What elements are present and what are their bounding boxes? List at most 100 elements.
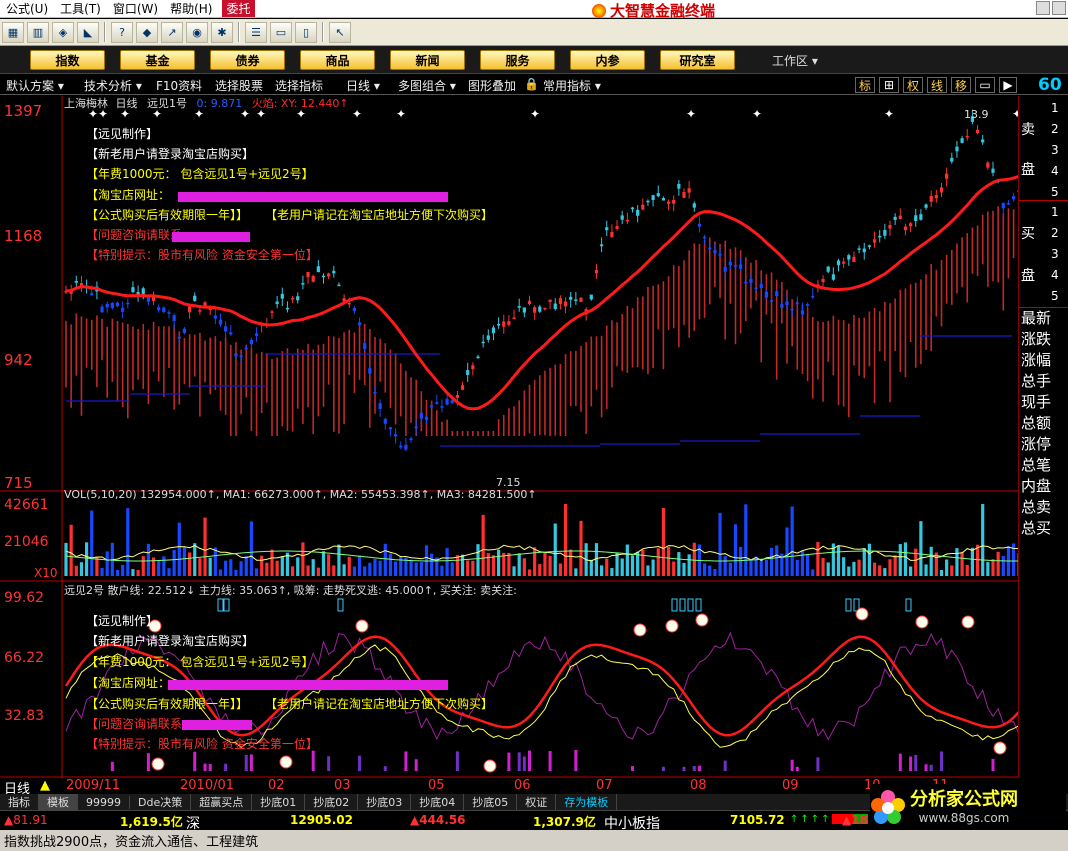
- pointer-help-icon[interactable]: ↖: [329, 21, 351, 43]
- redacted-mark: [182, 720, 252, 730]
- notes-indicator: 【远见制作】【新老用户请登录淘宝店购买】【年费1000元： 包含远见1号+远见2…: [86, 614, 493, 751]
- nav-bond-button[interactable]: 债券: [210, 50, 285, 70]
- flower-logo-icon: [871, 790, 905, 824]
- window-icon[interactable]: ▭: [975, 77, 995, 93]
- tab-daily[interactable]: 日线 ▾: [346, 77, 380, 94]
- nav-insider-button[interactable]: 内参: [570, 50, 645, 70]
- note-text: 【老用户请记在淘宝店地址方便下次购买】: [265, 696, 493, 711]
- tab-select-stock[interactable]: 选择股票: [215, 77, 263, 94]
- bottom-tab[interactable]: Dde决策: [130, 794, 192, 810]
- redacted-mark: [172, 232, 250, 242]
- bottom-tab[interactable]: 模板: [39, 794, 78, 810]
- indicator-header: 远见2号 散户线: 22.512↓ 主力线: 35.063↑, 吸筹: 走势死叉…: [64, 583, 517, 597]
- nav-research-button[interactable]: 研究室: [660, 50, 735, 70]
- tab-label: 常用指标: [543, 79, 592, 93]
- chart-icon[interactable]: ▥: [27, 21, 49, 43]
- settings-icon[interactable]: ✱: [211, 21, 233, 43]
- svg-text:✦: ✦: [884, 107, 894, 121]
- sell-level: 2: [1051, 122, 1059, 136]
- note-text: 【问题咨询请联系: [86, 716, 182, 731]
- svg-text:✦: ✦: [352, 107, 362, 121]
- menu-tools[interactable]: 工具(T): [54, 0, 107, 17]
- brand: 大智慧金融终端: [592, 0, 715, 21]
- bottom-tab[interactable]: 抄底03: [358, 794, 412, 810]
- vol-ytick: 21046: [4, 534, 49, 550]
- tab-multi-chart[interactable]: 多图组合 ▾: [398, 77, 456, 94]
- menu-formula[interactable]: 公式(U): [0, 0, 54, 17]
- bottom-tab[interactable]: 抄底01: [252, 794, 306, 810]
- mark-button[interactable]: 标: [855, 77, 875, 93]
- nav-commodity-button[interactable]: 商品: [300, 50, 375, 70]
- window-icon[interactable]: ▭: [270, 21, 292, 43]
- quote-field-label: 最新: [1021, 309, 1052, 327]
- nav-bar: 指数 基金 债券 商品 新闻 服务 内参 研究室 工作区 ▾: [0, 46, 1068, 74]
- window-controls: [1036, 1, 1066, 15]
- brand-logo-icon: [592, 3, 606, 18]
- volume-pane: [64, 504, 1031, 576]
- columns-icon[interactable]: ▯: [295, 21, 317, 43]
- x-axis-label: 06: [514, 778, 531, 793]
- play-icon[interactable]: ▶: [999, 77, 1017, 93]
- bottom-tab[interactable]: 99999: [78, 795, 130, 809]
- bottom-tab[interactable]: 指标: [0, 794, 39, 810]
- maximize-button[interactable]: [1052, 1, 1066, 15]
- stock-name: 上海梅林: [64, 96, 108, 110]
- diamond-icon[interactable]: ◆: [136, 21, 158, 43]
- tab-select-indicator[interactable]: 选择指标: [275, 77, 323, 94]
- nav-service-button[interactable]: 服务: [480, 50, 555, 70]
- minimize-button[interactable]: [1036, 1, 1050, 15]
- grid-icon[interactable]: ▦: [2, 21, 24, 43]
- crosshair-icon[interactable]: ⊞: [879, 77, 899, 93]
- redacted-mark: [178, 192, 448, 202]
- tab-common-indicator[interactable]: 常用指标 ▾: [543, 77, 601, 94]
- x-axis: 日线 ▲ 2009/112010/01020305060708091011: [0, 778, 1018, 797]
- nav-index-button[interactable]: 指数: [30, 50, 105, 70]
- sell-level: 4: [1051, 164, 1059, 178]
- move-button[interactable]: 移: [951, 77, 971, 93]
- bottom-tab[interactable]: 抄底05: [464, 794, 518, 810]
- question-icon[interactable]: ?: [111, 21, 133, 43]
- menu-window[interactable]: 窗口(W): [107, 0, 164, 17]
- quote-field-label: 总额: [1021, 414, 1052, 432]
- tab-default-scheme[interactable]: 默认方案 ▾: [6, 77, 64, 94]
- bottom-tab[interactable]: 权证: [517, 794, 557, 810]
- tab-overlay[interactable]: 图形叠加: [468, 77, 516, 94]
- menu-help[interactable]: 帮助(H): [164, 0, 218, 17]
- lock-icon[interactable]: 🔒: [524, 77, 539, 91]
- status-news[interactable]: 指数挑战2900点，资金流入通信、工程建筑: [4, 831, 258, 850]
- trend-icon[interactable]: ↗: [161, 21, 183, 43]
- note-text: 【新老用户请登录淘宝店购买】: [86, 146, 254, 161]
- indicator-value: 0: 9.871: [197, 97, 243, 110]
- bottom-tab[interactable]: 存为模板: [556, 794, 618, 810]
- chart-area[interactable]: ✦ ✦ ✦ ✦ ✦ ✦ ✦ ✦ ✦ ✦ ✦ ✦ ✦ ✦ ✦ 1397 1168 942 715 42661 …: [0, 96, 1031, 778]
- bottom-tab[interactable]: 超赢买点: [191, 794, 253, 810]
- bag2-icon[interactable]: ◉: [186, 21, 208, 43]
- note-text: 【老用户请记在淘宝店地址方便下次购买】: [265, 207, 493, 222]
- x-axis-label: 03: [334, 778, 351, 793]
- nav-news-button[interactable]: 新闻: [390, 50, 465, 70]
- note-text: 【问题咨询请联系: [86, 227, 182, 242]
- dropdown-arrow-icon: ▾: [811, 54, 818, 68]
- nav-fund-button[interactable]: 基金: [120, 50, 195, 70]
- note-text: 【公式购买后有效期限一年】】: [86, 207, 248, 222]
- arrow-up-icon: ↑: [810, 814, 820, 825]
- watermark-url: www.88gs.com: [918, 811, 1010, 825]
- bottom-tab[interactable]: 抄底04: [411, 794, 465, 810]
- tab-f10[interactable]: F10资料: [156, 77, 202, 94]
- buy-level: 4: [1051, 268, 1059, 282]
- list-icon[interactable]: ☰: [245, 21, 267, 43]
- bottom-tab[interactable]: 抄底02: [305, 794, 359, 810]
- announce-icon[interactable]: ◣: [77, 21, 99, 43]
- sell-label: 盘: [1021, 162, 1035, 178]
- quote-panel: 卖 盘 1 2 3 4 5 买 盘 1 2 3 4 5 最新 涨跌 涨幅 总手 现手 总额…: [1018, 96, 1068, 778]
- vol-ytick: 42661: [4, 497, 49, 513]
- tab-tech-analysis[interactable]: 技术分析 ▾: [84, 77, 142, 94]
- ind-ytick: 66.22: [4, 650, 44, 666]
- bag-icon[interactable]: ◈: [52, 21, 74, 43]
- rights-button[interactable]: 权: [903, 77, 923, 93]
- menu-weituo[interactable]: 委托: [222, 0, 255, 17]
- arrow-up-icon: ↑: [790, 814, 799, 825]
- workspace-dropdown[interactable]: 工作区 ▾: [772, 52, 818, 69]
- line-button[interactable]: 线: [927, 77, 947, 93]
- indicator-name: 远见1号: [147, 97, 187, 110]
